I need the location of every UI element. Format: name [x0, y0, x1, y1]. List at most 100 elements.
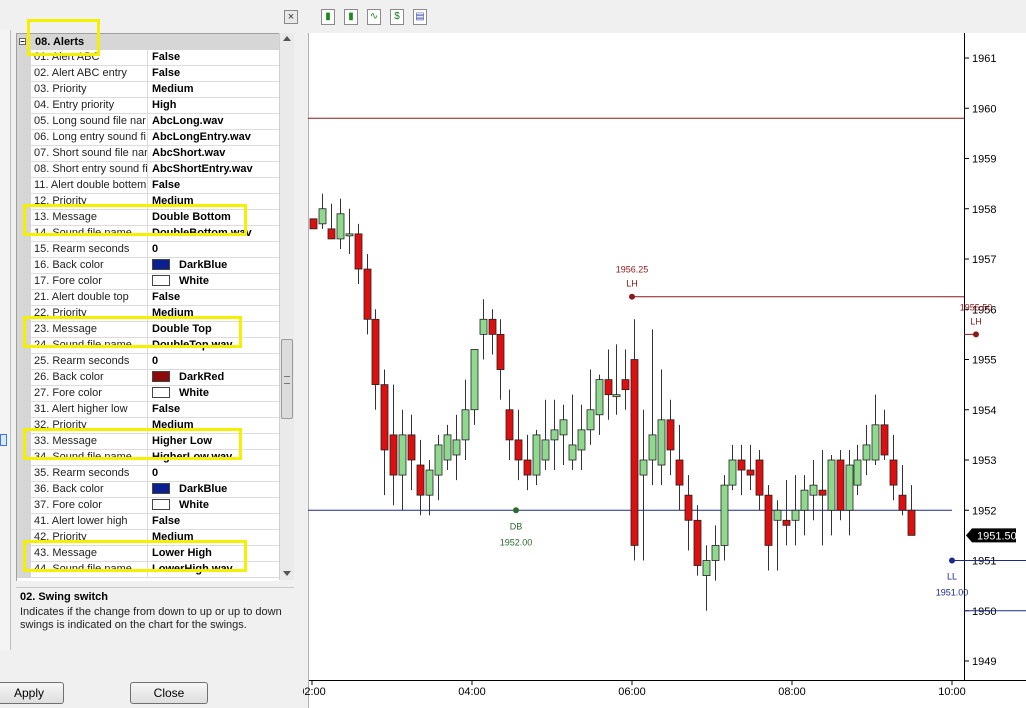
candle-body[interactable]: [398, 434, 407, 476]
candle-body[interactable]: [363, 268, 372, 320]
candle-body[interactable]: [684, 494, 693, 521]
property-value[interactable]: False: [152, 402, 280, 417]
candle-body[interactable]: [443, 434, 452, 461]
property-value[interactable]: Higher Low: [152, 434, 280, 449]
candle-body[interactable]: [336, 213, 345, 240]
candle-body[interactable]: [845, 464, 854, 511]
property-value[interactable]: Double Top: [152, 322, 280, 337]
candle-body[interactable]: [371, 318, 380, 386]
candle-body[interactable]: [898, 494, 907, 511]
candle-body[interactable]: [755, 459, 764, 496]
candle-body[interactable]: [604, 379, 613, 396]
property-row[interactable]: 13. Message Double Bottom: [17, 210, 280, 226]
property-row[interactable]: 03. Priority Medium: [17, 82, 280, 98]
candle-body[interactable]: [595, 379, 604, 416]
property-value[interactable]: DarkRed: [152, 370, 280, 385]
property-row[interactable]: 34. Sound file name HigherLow.wav: [17, 450, 280, 466]
candle-body[interactable]: [737, 459, 746, 471]
candle-body[interactable]: [452, 439, 461, 456]
candle-body[interactable]: [675, 459, 684, 486]
candle-body[interactable]: [728, 459, 737, 486]
property-row[interactable]: 15. Rearm seconds 0: [17, 242, 280, 258]
candle-body[interactable]: [648, 434, 657, 461]
property-value[interactable]: False: [152, 514, 280, 529]
candle-body[interactable]: [764, 494, 773, 546]
property-value[interactable]: White: [152, 274, 280, 289]
property-row[interactable]: 04. Entry priority High: [17, 98, 280, 114]
property-row[interactable]: 37. Fore color White: [17, 498, 280, 514]
property-value[interactable]: 0: [152, 242, 280, 257]
candle-body[interactable]: [309, 218, 318, 230]
candle-body[interactable]: [354, 233, 363, 270]
candle-body[interactable]: [862, 444, 871, 461]
candle-body[interactable]: [532, 434, 541, 476]
candle-body[interactable]: [702, 560, 711, 576]
close-button[interactable]: Close: [130, 682, 208, 704]
property-value[interactable]: White: [152, 386, 280, 401]
candle-body[interactable]: [827, 459, 836, 511]
collapse-icon[interactable]: −: [19, 38, 26, 46]
apply-button[interactable]: Apply: [0, 682, 64, 704]
property-value[interactable]: High: [152, 98, 280, 113]
property-value[interactable]: LowerHigh.wav: [152, 562, 280, 577]
property-value[interactable]: Double Bottom: [152, 210, 280, 225]
candle-body[interactable]: [577, 429, 586, 451]
candle-body[interactable]: [657, 419, 666, 466]
candle-body[interactable]: [800, 489, 809, 511]
candle-body[interactable]: [746, 469, 755, 476]
candle-body[interactable]: [514, 439, 523, 461]
property-row[interactable]: 16. Back color DarkBlue: [17, 258, 280, 274]
candle-body[interactable]: [853, 459, 862, 486]
dialog-close-button[interactable]: ×: [284, 10, 298, 24]
property-row[interactable]: 06. Long entry sound fi AbcLongEntry.wav: [17, 130, 280, 146]
property-value[interactable]: White: [152, 498, 280, 513]
property-row[interactable]: 31. Alert higher low False: [17, 402, 280, 418]
property-value[interactable]: False: [152, 178, 280, 193]
candle-body[interactable]: [621, 379, 630, 391]
candlestick-chart[interactable]: 1949195019511952195319541955195619571958…: [303, 0, 1026, 708]
property-value[interactable]: AbcShort.wav: [152, 146, 280, 161]
property-value[interactable]: DarkBlue: [152, 258, 280, 273]
candle-body[interactable]: [818, 489, 827, 496]
property-row[interactable]: 43. Message Lower High: [17, 546, 280, 562]
property-value[interactable]: Medium: [152, 194, 280, 209]
candle-body[interactable]: [461, 409, 470, 441]
property-value[interactable]: False: [152, 50, 280, 65]
candle-body[interactable]: [389, 434, 398, 476]
property-value[interactable]: Lower High: [152, 546, 280, 561]
strip-selection-box[interactable]: [0, 434, 7, 446]
property-row[interactable]: 14. Sound file name DoubleBottom.wav: [17, 226, 280, 242]
candle-body[interactable]: [318, 208, 327, 225]
property-value[interactable]: False: [152, 290, 280, 305]
property-value[interactable]: False: [152, 66, 280, 81]
property-value[interactable]: AbcLongEntry.wav: [152, 130, 280, 145]
property-row[interactable]: 01. Alert ABC False: [17, 50, 280, 66]
property-row[interactable]: 33. Message Higher Low: [17, 434, 280, 450]
candle-body[interactable]: [639, 459, 648, 476]
candle-body[interactable]: [809, 484, 818, 496]
property-value[interactable]: DoubleTop.wav: [152, 338, 280, 353]
property-row[interactable]: 21. Alert double top False: [17, 290, 280, 306]
candle-body[interactable]: [416, 464, 425, 496]
candle-body[interactable]: [327, 228, 336, 240]
candle-body[interactable]: [550, 429, 559, 441]
property-row[interactable]: 23. Message Double Top: [17, 322, 280, 338]
candle-body[interactable]: [496, 333, 505, 370]
property-row[interactable]: 25. Rearm seconds 0: [17, 354, 280, 370]
candle-body[interactable]: [907, 509, 916, 536]
candle-body[interactable]: [434, 444, 443, 476]
property-value[interactable]: HigherLow.wav: [152, 450, 280, 465]
candle-body[interactable]: [871, 424, 880, 461]
candle-body[interactable]: [720, 484, 729, 546]
property-value[interactable]: DarkBlue: [152, 482, 280, 497]
candle-body[interactable]: [791, 509, 800, 521]
candle-body[interactable]: [612, 394, 621, 398]
candle-body[interactable]: [836, 459, 845, 511]
property-value[interactable]: DoubleBottom.wav: [152, 226, 280, 241]
candle-body[interactable]: [630, 359, 639, 546]
candle-body[interactable]: [345, 233, 354, 237]
candle-body[interactable]: [407, 434, 416, 461]
property-row[interactable]: 08. Short entry sound fi AbcShortEntry.wa…: [17, 162, 280, 178]
property-row[interactable]: 17. Fore color White: [17, 274, 280, 290]
scroll-thumb[interactable]: [281, 339, 293, 419]
